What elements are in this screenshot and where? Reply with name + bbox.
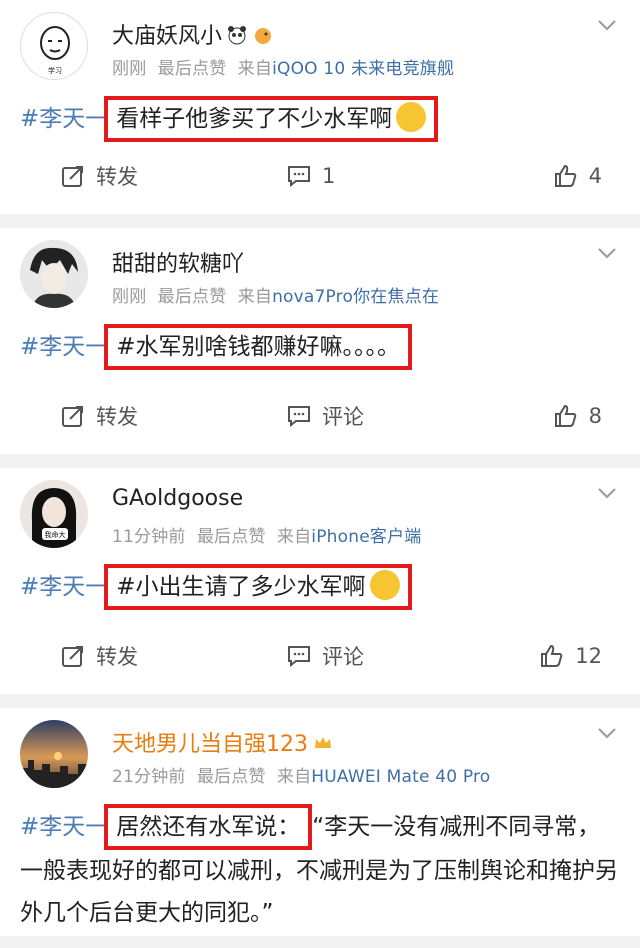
crown-icon xyxy=(315,737,331,748)
post-meta: 刚刚 最后点赞 来自iQOO 10 未来电竞旗舰 xyxy=(112,59,455,79)
avatar-caption: 我命大 xyxy=(45,530,66,539)
weibo-comment-feed: 学习 大庙妖风小 刚刚 最后点赞 来自iQOO 10 未来电竞旗舰 #李天一 看样… xyxy=(0,0,640,936)
like-button[interactable]: 4 xyxy=(490,163,620,189)
comment-icon xyxy=(288,166,310,188)
chevron-down-icon[interactable] xyxy=(596,242,618,264)
repost-button[interactable]: 转发 xyxy=(20,161,250,191)
comment-button[interactable]: 评论 xyxy=(250,401,490,431)
like-button[interactable]: 8 xyxy=(490,403,620,429)
panda-icon xyxy=(228,26,247,45)
username[interactable]: GAoldgoose xyxy=(112,486,243,511)
laughing-emoji-icon xyxy=(369,570,400,600)
action-bar: 转发 评论 12 xyxy=(0,618,640,694)
chevron-down-icon[interactable] xyxy=(596,722,618,744)
avatar[interactable]: 我命大 xyxy=(20,480,88,548)
post-meta: 刚刚 最后点赞 来自nova7Pro你在焦点在 xyxy=(112,287,440,307)
comment-card: 天地男儿当自强123 21分钟前 最后点赞 来自HUAWEI Mate 40 P… xyxy=(0,708,640,936)
post-meta: 21分钟前 最后点赞 来自HUAWEI Mate 40 Pro xyxy=(112,767,491,787)
hashtag[interactable]: #李天一 xyxy=(20,814,108,840)
comment-text: #李天一 #水军别啥钱都赚好嘛。。。。 xyxy=(0,316,640,370)
comment-text: #李天一 #小出生请了多少水军啊 xyxy=(0,556,640,610)
highlight-box: 居然还有水军说： xyxy=(104,804,313,850)
like-button[interactable]: 12 xyxy=(490,643,620,669)
chevron-down-icon[interactable] xyxy=(596,14,618,36)
username[interactable]: 甜甜的软糖吖 xyxy=(112,246,244,278)
svg-text:学习: 学习 xyxy=(48,66,62,75)
share-icon xyxy=(62,646,83,667)
comment-card: 甜甜的软糖吖 刚刚 最后点赞 来自nova7Pro你在焦点在 #李天一 #水军别啥… xyxy=(0,228,640,454)
repost-button[interactable]: 转发 xyxy=(20,401,250,431)
action-bar: 转发 评论 8 xyxy=(0,378,640,454)
highlight-box: #水军别啥钱都赚好嘛。。。。 xyxy=(104,324,413,370)
hashtag[interactable]: #李天一 xyxy=(20,334,108,360)
comment-icon xyxy=(288,646,310,668)
comment-button[interactable]: 评论 xyxy=(250,641,490,671)
pufferfish-icon xyxy=(255,28,272,44)
avatar[interactable] xyxy=(20,720,88,788)
chevron-down-icon[interactable] xyxy=(596,482,618,504)
hashtag[interactable]: #李天一 xyxy=(20,106,108,132)
comment-text: #李天一 居然还有水军说： “李天一没有减刑不同寻常，一般表现好的都可以减刑，不减刑… xyxy=(0,796,640,934)
avatar[interactable]: 学习 xyxy=(20,12,88,80)
comment-text: #李天一 看样子他爹买了不少水军啊 xyxy=(0,88,640,142)
avatar[interactable] xyxy=(20,240,88,308)
hashtag[interactable]: #李天一 xyxy=(20,574,108,600)
action-bar: 转发 1 4 xyxy=(0,138,640,214)
repost-button[interactable]: 转发 xyxy=(20,641,250,671)
share-icon xyxy=(62,406,83,427)
highlight-box: #小出生请了多少水军啊 xyxy=(104,564,412,610)
comment-card: 我命大 GAoldgoose 11分钟前 最后点赞 来自iPhone客户端 #李… xyxy=(0,468,640,694)
comment-card: 学习 大庙妖风小 刚刚 最后点赞 来自iQOO 10 未来电竞旗舰 #李天一 看样… xyxy=(0,0,640,214)
post-meta: 11分钟前 最后点赞 来自iPhone客户端 xyxy=(112,527,422,547)
thumbs-up-icon xyxy=(554,404,576,427)
comment-button[interactable]: 1 xyxy=(250,163,490,189)
share-icon xyxy=(62,166,83,187)
username[interactable]: 大庙妖风小 xyxy=(112,18,274,50)
thinking-emoji-icon xyxy=(396,102,427,132)
highlight-box: 看样子他爹买了不少水军啊 xyxy=(104,96,439,142)
comment-icon xyxy=(288,406,310,428)
thumbs-up-icon xyxy=(554,164,576,187)
username[interactable]: 天地男儿当自强123 xyxy=(112,726,334,758)
thumbs-up-icon xyxy=(541,644,563,667)
